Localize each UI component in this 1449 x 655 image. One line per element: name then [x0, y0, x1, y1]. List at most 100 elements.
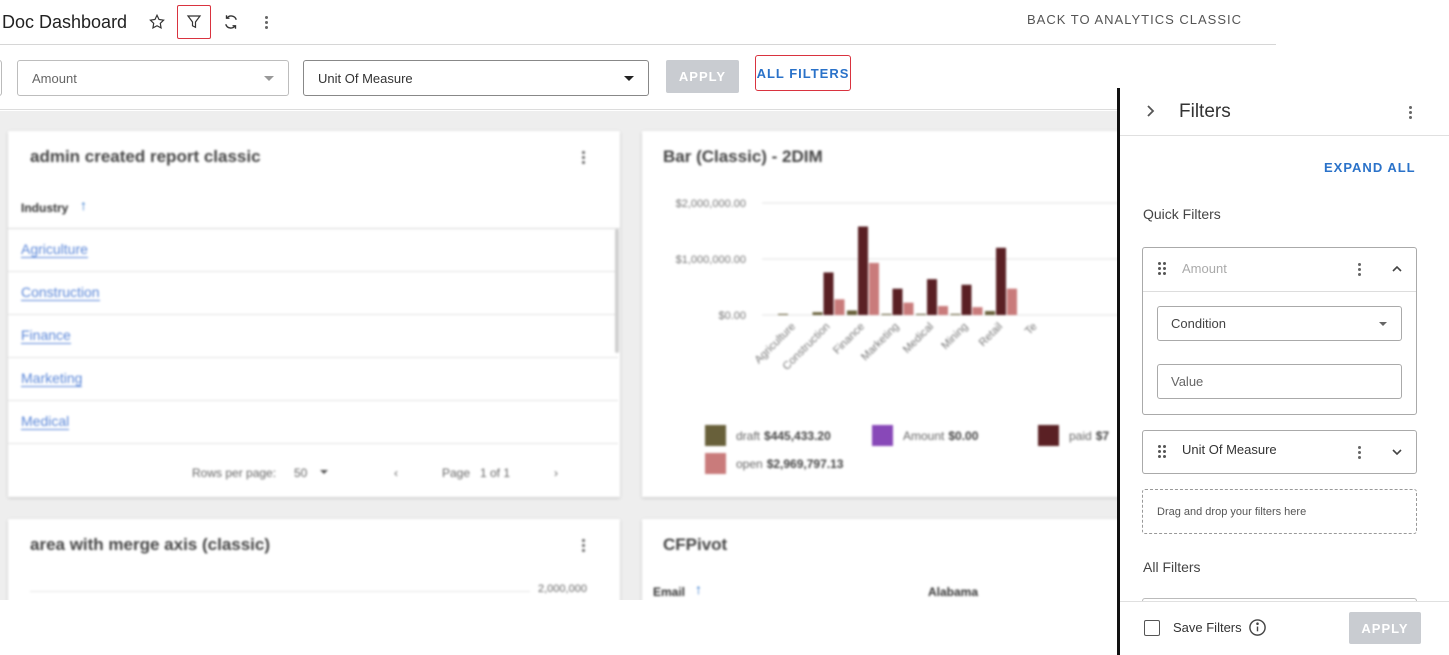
apply-button[interactable]: APPLY [666, 60, 739, 93]
bar-chart-card: Bar (Classic) - 2DIM $0.00 $1,000,000.00 $… [642, 131, 1117, 497]
table-row: Medical [8, 401, 618, 444]
table-scrollbar[interactable] [615, 229, 619, 353]
row-link[interactable]: Agriculture [21, 241, 88, 258]
pivot-card: CFPivot Email ↑ Alabama [642, 519, 1117, 600]
sort-asc-icon[interactable]: ↑ [80, 197, 87, 213]
drag-handle-icon[interactable] [1158, 445, 1168, 459]
unit-of-measure-quick-filter[interactable]: Unit Of Measure [1142, 430, 1417, 474]
column-header-email[interactable]: Email [653, 585, 685, 599]
chevron-down-icon[interactable] [320, 470, 328, 474]
star-icon[interactable] [141, 6, 173, 38]
x-tick-label: Marketing [859, 321, 902, 364]
legend-value: $445,433.20 [764, 428, 831, 443]
bar-draft[interactable] [985, 311, 995, 315]
card-menu-icon[interactable] [582, 537, 586, 554]
panel-menu-icon[interactable] [1409, 104, 1413, 121]
page: Doc Dashboard BACK TO ANALYTICS CLASSIC … [0, 0, 1449, 655]
filter-drop-zone[interactable]: Drag and drop your filters here [1142, 489, 1417, 534]
table-pager: Rows per page: 50 ‹ Page 1 of 1 › [8, 456, 620, 496]
card-menu-icon[interactable] [582, 149, 586, 166]
table-row: Agriculture [8, 229, 618, 272]
y-tick-label: $1,000,000.00 [676, 254, 746, 266]
legend-item[interactable]: open $2,969,797.13 [705, 453, 843, 474]
value-placeholder: Value [1171, 374, 1204, 389]
legend-item[interactable]: draft $445,433.20 [705, 425, 831, 446]
filter-menu-icon[interactable] [1358, 444, 1362, 461]
legend-swatch [705, 453, 726, 474]
bar-open[interactable] [834, 299, 845, 315]
y-tick-label: $0.00 [718, 310, 746, 322]
row-link[interactable]: Finance [21, 327, 71, 344]
chevron-left-icon[interactable]: ‹ [394, 466, 398, 480]
table-row: Marketing [8, 358, 618, 401]
bar-draft[interactable] [778, 313, 788, 315]
bar-open[interactable] [972, 307, 983, 315]
bar-draft[interactable] [812, 312, 823, 315]
back-to-analytics-classic-link[interactable]: BACK TO ANALYTICS CLASSIC [1027, 12, 1242, 27]
all-filters-button[interactable]: ALL FILTERS [755, 55, 851, 91]
uom-filter-label: Unit Of Measure [1182, 442, 1277, 457]
expand-all-button[interactable]: EXPAND ALL [1324, 160, 1416, 175]
filter-select-partial[interactable] [0, 60, 2, 96]
row-link[interactable]: Construction [21, 284, 100, 301]
column-header-industry[interactable]: Industry [21, 201, 68, 215]
bar-paid[interactable] [927, 279, 937, 315]
bar-open[interactable] [1007, 288, 1017, 315]
bar-paid[interactable] [823, 272, 834, 315]
filter-icon[interactable] [177, 5, 212, 39]
x-tick-label: Mining [939, 321, 970, 352]
refresh-icon[interactable] [215, 6, 247, 38]
panel-apply-button[interactable]: APPLY [1349, 612, 1421, 644]
bar-draft[interactable] [916, 313, 926, 315]
chevron-right-icon[interactable] [1142, 103, 1158, 119]
value-input[interactable]: Value [1157, 364, 1402, 399]
sort-asc-icon[interactable]: ↑ [695, 581, 702, 597]
bar-open[interactable] [903, 302, 914, 315]
bar-draft[interactable] [847, 310, 857, 315]
condition-select[interactable]: Condition [1157, 306, 1402, 341]
bar-paid[interactable] [996, 247, 1006, 315]
x-tick-label: Te [1023, 321, 1040, 338]
rows-per-page-select[interactable]: 50 [294, 466, 307, 480]
row-link[interactable]: Medical [21, 413, 70, 430]
card-title: CFPivot [663, 535, 728, 554]
legend-label: Amount [903, 428, 945, 443]
legend-swatch [1038, 425, 1059, 446]
filters-panel-footer: Save Filters APPLY [1120, 601, 1449, 655]
legend-item[interactable]: paid $7 [1038, 425, 1109, 446]
filter-menu-icon[interactable] [1358, 261, 1362, 278]
bar-paid[interactable] [858, 226, 868, 315]
column-header-state[interactable]: Alabama [928, 585, 978, 599]
table-row: Construction [8, 272, 618, 315]
gridline [30, 591, 530, 592]
save-filters-checkbox[interactable] [1144, 620, 1160, 636]
kebab-menu-icon[interactable] [251, 6, 283, 38]
chevron-down-icon[interactable] [1391, 446, 1403, 458]
page-label: Page [442, 466, 471, 480]
unit-of-measure-filter-select[interactable]: Unit Of Measure [303, 60, 649, 96]
y-tick-label: $2,000,000.00 [676, 198, 746, 210]
amount-filter-select[interactable]: Amount [17, 60, 289, 96]
legend-item[interactable]: Amount $0.00 [872, 425, 978, 446]
info-icon[interactable] [1248, 618, 1267, 637]
amount-quick-filter: Amount Condition Value [1142, 247, 1417, 415]
bar-open[interactable] [869, 262, 879, 315]
chevron-down-icon [1379, 322, 1387, 326]
legend-label: draft [736, 428, 761, 443]
save-filters-label: Save Filters [1173, 620, 1242, 635]
x-tick-label: Medical [901, 321, 936, 356]
axis-tick-label: 2,000,000 [538, 583, 587, 595]
table-header: Industry ↑ [8, 185, 620, 229]
bar-paid[interactable] [892, 288, 903, 315]
bar-paid[interactable] [961, 284, 972, 315]
divider [1143, 291, 1416, 292]
row-link[interactable]: Marketing [21, 370, 83, 387]
bar-draft[interactable] [950, 313, 961, 315]
chevron-up-icon[interactable] [1391, 263, 1403, 275]
dashboard-header: Doc Dashboard BACK TO ANALYTICS CLASSIC [0, 0, 1276, 45]
area-chart-card: area with merge axis (classic) 2,000,000 [8, 519, 620, 600]
bar-open[interactable] [938, 306, 948, 315]
drag-handle-icon[interactable] [1158, 262, 1168, 276]
chevron-right-icon[interactable]: › [554, 466, 558, 480]
bar-draft[interactable] [881, 313, 892, 315]
